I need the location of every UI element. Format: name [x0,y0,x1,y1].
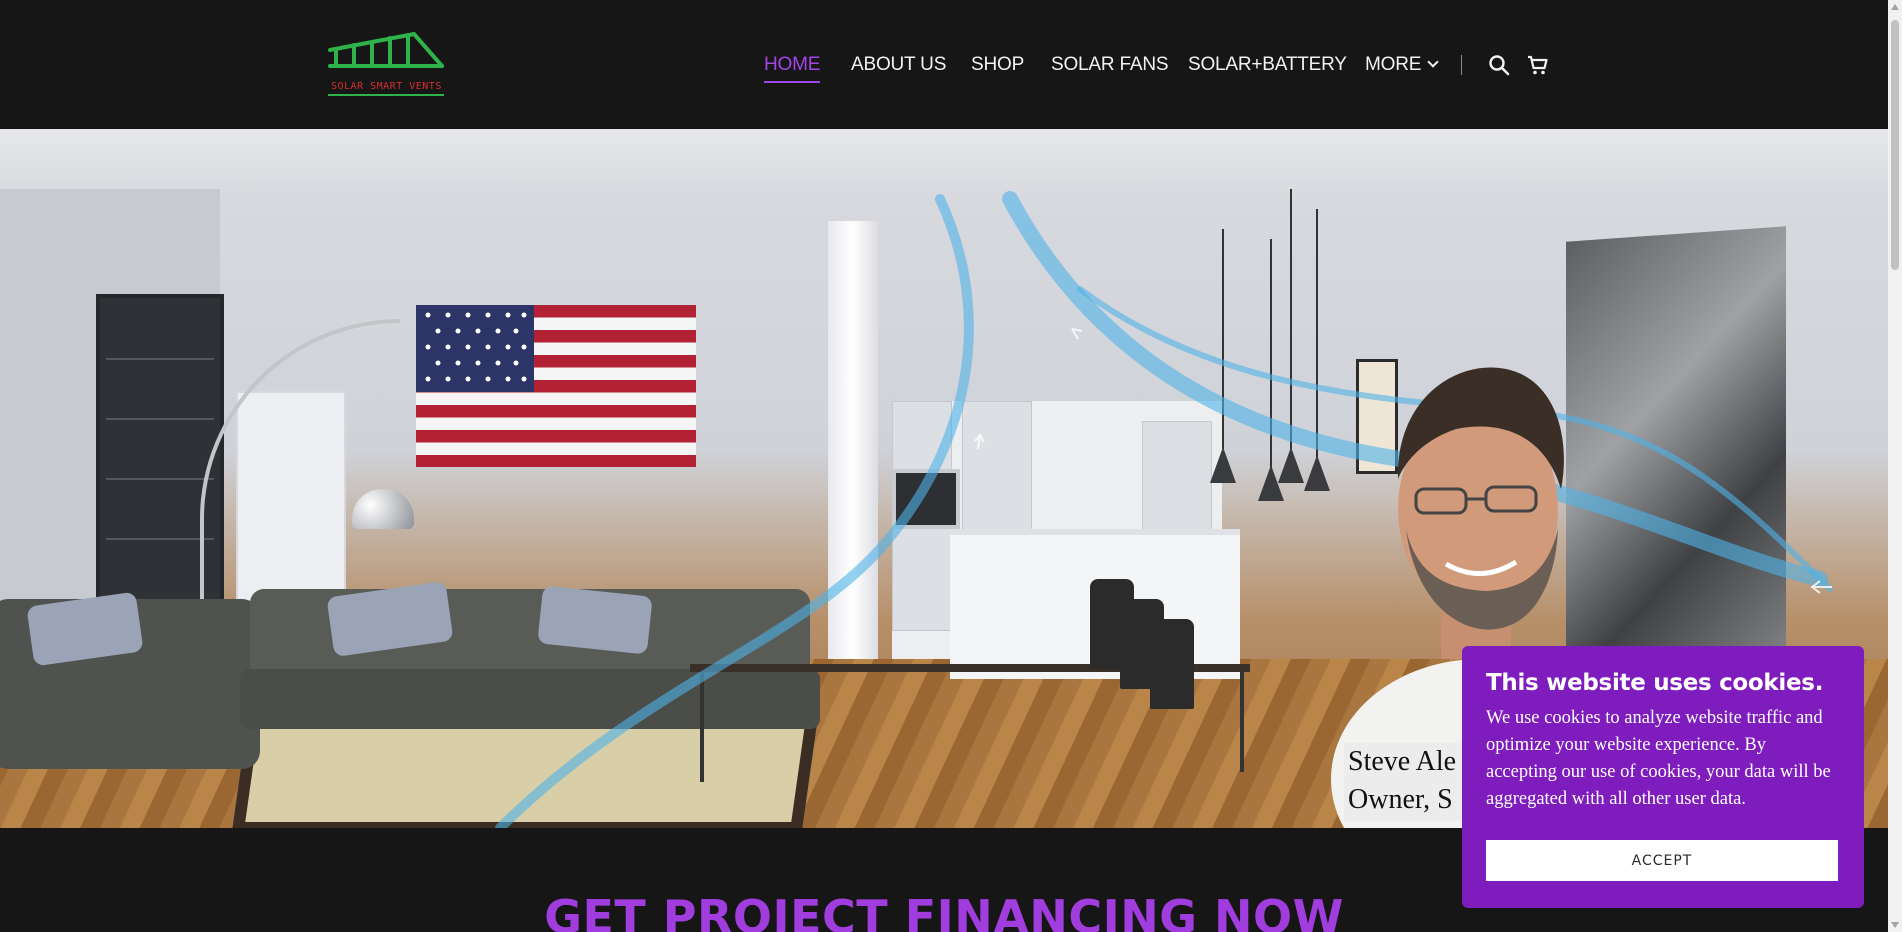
cookie-banner: This website uses cookies. We use cookie… [1462,646,1864,908]
accept-cookies-button[interactable]: ACCEPT [1486,840,1838,881]
nav-more-label: MORE [1365,54,1422,75]
logo-text: SOLAR SMART VENTS [331,81,442,92]
nav-more[interactable]: MORE [1365,54,1439,76]
cart-icon [1528,55,1548,75]
scroll-up-arrow-icon[interactable] [1891,4,1899,10]
pendant-lamp-icon [1210,447,1236,483]
pendant-lamp-icon [1278,447,1304,483]
page-scrollbar[interactable] [1888,0,1902,932]
hero-rug [231,714,819,828]
site-logo[interactable]: SOLAR SMART VENTS [328,32,446,98]
scrollbar-thumb[interactable] [1891,20,1899,270]
solar-panel-rack-icon [328,32,444,68]
chevron-down-icon [1427,56,1439,68]
hero-chair [1150,619,1194,709]
american-flag-icon [416,305,696,467]
site-header: SOLAR SMART VENTS HOME ABOUT US SHOP SOL… [0,0,1888,129]
hero-oven [892,469,960,529]
search-icon [1489,55,1510,76]
hero-sofa-seat [240,669,820,729]
hero-ceiling [0,129,1888,199]
nav-about-us[interactable]: ABOUT US [851,54,946,76]
search-button[interactable] [1488,54,1510,76]
cart-button[interactable] [1527,54,1549,76]
nav-solar-battery[interactable]: SOLAR+BATTERY [1188,54,1347,76]
nav-divider [1461,55,1462,75]
cookie-text: We use cookies to analyze website traffi… [1486,708,1831,809]
scroll-down-arrow-icon[interactable] [1891,922,1899,928]
hero-pillow [537,585,653,655]
logo-underline [328,94,444,96]
nav-shop[interactable]: SHOP [971,54,1024,76]
cookie-title: This website uses cookies. [1486,670,1824,696]
nav-home[interactable]: HOME [764,54,821,83]
nav-solar-fans[interactable]: SOLAR FANS [1051,54,1169,76]
